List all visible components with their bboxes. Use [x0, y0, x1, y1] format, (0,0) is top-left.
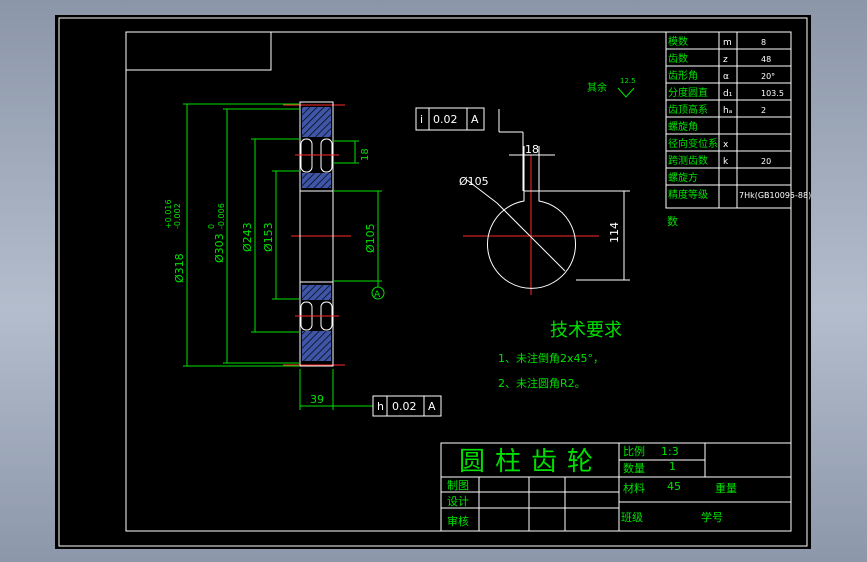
param-value-10: 7Hk(GB10095-88)	[739, 191, 811, 200]
class-label: 班级	[621, 511, 643, 524]
dim-width-39: 39	[310, 393, 324, 406]
hatch-rim-bottom	[302, 285, 331, 300]
param-symbol-5: hₐ	[723, 106, 732, 116]
dim-d153: Ø153	[262, 222, 275, 252]
dim-keyway-18: 18	[525, 143, 539, 156]
dim-bore-d105: Ø105	[459, 175, 489, 188]
param-symbol-7: x	[723, 140, 729, 150]
drawing-viewport[interactable]: Ø318 -0.002 +0.016 Ø303 -0.006 0 Ø243 Ø1…	[55, 15, 811, 549]
weight-label: 重量	[715, 481, 737, 495]
param-symbol-4: d₁	[723, 89, 733, 99]
gear-outline	[299, 101, 334, 367]
qty-label: 数量	[623, 462, 645, 475]
review-label: 审核	[447, 514, 469, 528]
face-runout-frame: h 0.02 A	[372, 395, 442, 417]
material-label: 材料	[623, 481, 645, 495]
param-name-2: 齿数	[668, 52, 688, 65]
tech-req-title: 技术要求	[550, 320, 622, 341]
dim-d303-tol-low: -0.006	[217, 203, 226, 229]
svg-text:h: h	[377, 400, 384, 413]
param-symbol-3: α	[723, 72, 729, 82]
param-name-3: 齿形角	[668, 70, 698, 82]
param-name-8: 跨测齿数	[668, 154, 708, 167]
drawn-label: 制图	[447, 479, 469, 492]
dim-d105-section: Ø105	[364, 223, 377, 253]
student-no-label: 学号	[701, 510, 723, 524]
param-name-5: 齿顶高系	[668, 103, 708, 116]
param-table-rows: 模数 m 8 齿数 z 48 齿形角 α 20° 分度圆直 d₁ 103.5 齿顶高系 hₐ 2 螺旋角径向变…	[668, 35, 811, 201]
corner-box	[126, 32, 272, 71]
radial-runout-frame: i 0.02 A	[415, 107, 485, 131]
scale-label: 比例	[623, 444, 645, 458]
dim-keyway-114: 114	[608, 222, 621, 243]
param-name-6: 螺旋角	[668, 120, 698, 133]
tech-req-item-2: 2、未注圆角R2。	[498, 376, 586, 390]
param-name-4: 分度圆直	[668, 86, 708, 99]
param-symbol-1: m	[723, 38, 732, 48]
hatch-rim-top	[302, 107, 331, 137]
svg-text:0.02: 0.02	[392, 400, 417, 413]
param-value-3: 20°	[761, 72, 775, 81]
gear-section-view	[283, 101, 351, 367]
design-label: 设计	[447, 495, 469, 508]
param-name-7: 径向变位系	[668, 137, 718, 150]
tech-req-item-1: 1、未注倒角2x45°，	[498, 351, 604, 365]
param-symbol-8: k	[723, 157, 729, 167]
surface-finish-label: 其余	[587, 81, 607, 94]
svg-text:i: i	[420, 113, 423, 126]
param-overflow-text: 数	[667, 215, 678, 228]
dim-d243: Ø243	[241, 222, 254, 252]
surface-finish-symbol	[617, 87, 635, 98]
cad-drawing: Ø318 -0.002 +0.016 Ø303 -0.006 0 Ø243 Ø1…	[58, 17, 811, 547]
param-name-10: 精度等级	[668, 188, 708, 201]
part-name: 圆柱齿轮	[459, 447, 603, 477]
dim-d303-tol-up: 0	[207, 224, 216, 229]
svg-text:0.02: 0.02	[433, 113, 458, 126]
param-name-1: 模数	[668, 35, 688, 48]
dim-d318-tol-up: +0.016	[164, 199, 173, 229]
qty-value: 1	[669, 460, 676, 473]
param-symbol-2: z	[723, 55, 728, 65]
param-value-8: 20	[761, 157, 771, 166]
svg-text:A: A	[471, 113, 479, 126]
param-value-4: 103.5	[761, 89, 784, 98]
material-value: 45	[667, 480, 681, 493]
surface-finish-value: 12.5	[620, 77, 636, 85]
dim-key-18-section: 18	[360, 148, 371, 161]
scale-value: 1:3	[661, 445, 679, 458]
hub-end-view	[463, 109, 630, 295]
dim-d303: Ø303	[213, 233, 226, 263]
param-value-1: 8	[761, 38, 766, 47]
datum-a-label: A	[374, 290, 381, 300]
dim-d318-tol-low: -0.002	[173, 203, 182, 229]
svg-text:A: A	[428, 400, 436, 413]
param-value-5: 2	[761, 106, 766, 115]
dim-d318: Ø318	[173, 253, 186, 283]
param-name-9: 螺旋方	[668, 171, 698, 184]
param-value-2: 48	[761, 55, 771, 64]
